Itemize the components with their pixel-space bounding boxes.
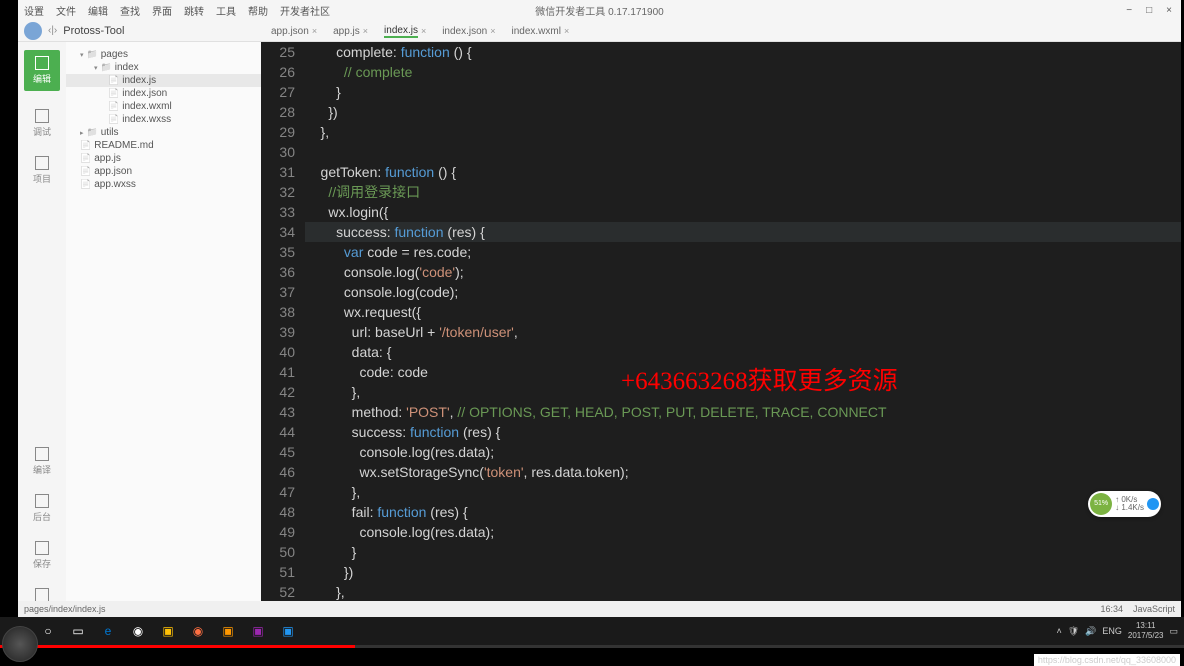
sidebar-icon [35, 56, 49, 70]
tray-lang[interactable]: ENG [1102, 626, 1122, 636]
clock[interactable]: 13:11 2017/5/23 [1128, 621, 1164, 641]
file-item[interactable]: index.js [66, 74, 261, 87]
editor-tabs: app.json×app.js×index.js×index.json×inde… [263, 22, 577, 40]
tray-icon[interactable]: 🔊 [1085, 626, 1096, 637]
sidebar-icon [35, 588, 49, 602]
line-gutter: 2526272829303132333435363738394041424344… [261, 42, 305, 617]
sidebar-icon [35, 447, 49, 461]
folder-item[interactable]: utils [66, 126, 261, 139]
speed-widget[interactable]: 51% ↑ 0K/s ↓ 1.4K/s [1088, 491, 1161, 517]
close-icon[interactable]: × [363, 26, 368, 36]
menu-item[interactable]: 设置 [24, 3, 44, 18]
menu-item[interactable]: 编辑 [88, 3, 108, 18]
app-icon[interactable]: ◉ [186, 621, 210, 641]
sidebar-item[interactable]: 后台 [33, 494, 51, 523]
app-icon[interactable]: ▣ [276, 621, 300, 641]
taskbar: ⊞ ○ ▭ e ◉ ▣ ◉ ▣ ▣ ▣ ˄ 🛡 🔊 ENG 13:11 2017… [0, 617, 1184, 645]
tab[interactable]: index.json× [434, 22, 503, 40]
app-icon[interactable]: ▣ [216, 621, 240, 641]
sidebar-item[interactable]: 编译 [33, 447, 51, 476]
sidebar-icon [35, 156, 49, 170]
close-icon[interactable]: × [490, 26, 495, 36]
status-pos: 16:34 [1100, 604, 1123, 614]
tab[interactable]: index.wxml× [504, 22, 578, 40]
sidebar-icon [35, 541, 49, 555]
menu-item[interactable]: 界面 [152, 3, 172, 18]
sidebar-icon [35, 494, 49, 508]
avatar[interactable] [24, 22, 42, 40]
close-icon[interactable]: × [564, 26, 569, 36]
close-button[interactable]: × [1163, 5, 1175, 16]
file-item[interactable]: index.json [66, 87, 261, 100]
menu-item[interactable]: 查找 [120, 3, 140, 18]
folder-item[interactable]: pages [66, 48, 261, 61]
maximize-button[interactable]: □ [1143, 5, 1155, 16]
menu-item[interactable]: 开发者社区 [280, 3, 330, 18]
file-explorer: pagesindexindex.jsindex.jsonindex.wxmlin… [66, 42, 261, 617]
app-icon[interactable]: ▣ [246, 621, 270, 641]
toolbar: ‹|› Protoss-Tool [18, 20, 1181, 42]
tray-icon[interactable]: ˄ [1056, 626, 1061, 636]
tray-icon[interactable]: 🛡 [1068, 626, 1079, 637]
app-title: 微信开发者工具 0.17.171900 [535, 3, 663, 18]
tab[interactable]: app.js× [325, 22, 376, 40]
close-icon[interactable]: × [312, 26, 317, 36]
minimize-button[interactable]: − [1123, 5, 1135, 16]
chrome-icon[interactable]: ◉ [126, 621, 150, 641]
close-icon[interactable]: × [421, 26, 426, 36]
chevron-icon: ‹|› [48, 25, 57, 36]
tab[interactable]: app.json× [263, 22, 325, 40]
file-item[interactable]: app.wxss [66, 178, 261, 191]
sidebar-icon [35, 109, 49, 123]
sidebar: 编辑调试项目编译后台保存关闭 [18, 42, 66, 617]
sidebar-item[interactable]: 编辑 [24, 50, 60, 91]
download-rate: ↓ 1.4K/s [1115, 504, 1144, 512]
edge-icon[interactable]: e [96, 621, 120, 641]
code-editor[interactable]: 2526272829303132333435363738394041424344… [261, 42, 1181, 617]
menu-item[interactable]: 文件 [56, 3, 76, 18]
code-area[interactable]: complete: function () { // complete } })… [305, 42, 1181, 617]
menu-item[interactable]: 跳转 [184, 3, 204, 18]
task-icon[interactable]: ▭ [66, 621, 90, 641]
speed-percent: 51% [1090, 493, 1112, 515]
flag-icon [1147, 498, 1159, 510]
notifications-icon[interactable]: ▭ [1169, 626, 1178, 637]
tab[interactable]: index.js× [376, 22, 434, 40]
cortana-button[interactable]: ○ [36, 621, 60, 641]
file-item[interactable]: README.md [66, 139, 261, 152]
footer-url: https://blog.csdn.net/qq_33608000 [1034, 654, 1180, 666]
file-item[interactable]: app.js [66, 152, 261, 165]
status-path: pages/index/index.js [24, 604, 1100, 614]
file-item[interactable]: app.json [66, 165, 261, 178]
video-progress[interactable] [0, 645, 1184, 648]
statusbar: pages/index/index.js 16:34 JavaScript [18, 601, 1181, 617]
profile-avatar[interactable] [2, 626, 38, 662]
project-name: Protoss-Tool [63, 25, 124, 37]
sidebar-item[interactable]: 项目 [33, 156, 51, 185]
explorer-icon[interactable]: ▣ [156, 621, 180, 641]
file-item[interactable]: index.wxml [66, 100, 261, 113]
status-lang: JavaScript [1133, 604, 1175, 614]
file-item[interactable]: index.wxss [66, 113, 261, 126]
menu-item[interactable]: 工具 [216, 3, 236, 18]
menu-item[interactable]: 帮助 [248, 3, 268, 18]
sidebar-item[interactable]: 保存 [33, 541, 51, 570]
menubar: 设置文件编辑查找界面跳转工具帮助开发者社区 微信开发者工具 0.17.17190… [18, 0, 1181, 20]
folder-item[interactable]: index [66, 61, 261, 74]
sidebar-item[interactable]: 调试 [33, 109, 51, 138]
